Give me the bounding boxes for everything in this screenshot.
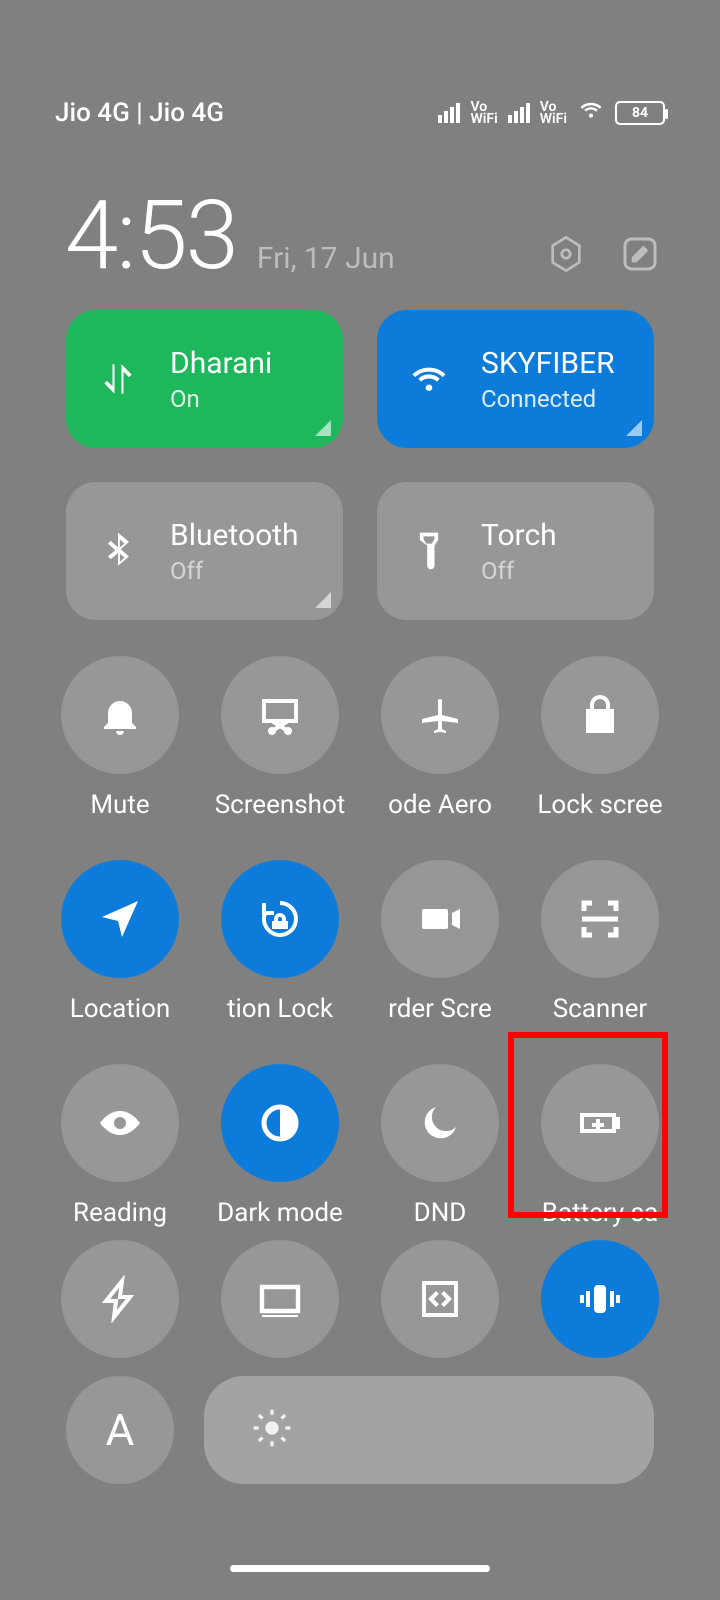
toggle-video[interactable]: rder Scre [360, 860, 520, 1024]
cast-icon[interactable] [221, 1240, 339, 1358]
expand-corner[interactable] [626, 420, 642, 436]
brightness-icon [252, 1408, 292, 1452]
large-tiles: Dharani On SKYFIBER Connected Bluetooth … [66, 310, 654, 620]
clock-date: Fri, 17 Jun [257, 241, 395, 276]
eye-icon[interactable] [61, 1064, 179, 1182]
toggle-label: Screenshot [215, 790, 346, 820]
toggle-label: ode Aero [388, 790, 492, 820]
scissors-icon[interactable] [221, 656, 339, 774]
battery-indicator: 84 [615, 101, 665, 125]
torch-icon [399, 529, 459, 573]
toggle-rotlock[interactable]: tion Lock [200, 860, 360, 1024]
vibrate-icon[interactable] [541, 1240, 659, 1358]
toggle-label: Scanner [553, 994, 648, 1024]
highlight-battery-saver [508, 1032, 668, 1218]
carrier-text: Jio 4G | Jio 4G [55, 98, 224, 128]
tile-subtitle: Connected [481, 385, 615, 413]
bluetooth-icon [88, 529, 148, 573]
signal-icon-1 [438, 103, 460, 123]
wifi-icon [577, 96, 605, 131]
expand-corner[interactable] [315, 420, 331, 436]
toggle-lock[interactable]: Lock scree [520, 656, 680, 820]
toggle-scissors[interactable]: Screenshot [200, 656, 360, 820]
toggle-label: Lock scree [537, 790, 662, 820]
settings-icon[interactable] [546, 234, 586, 274]
auto-brightness-button[interactable]: A [66, 1376, 174, 1484]
toggle-label: Dark mode [217, 1198, 343, 1228]
window-icon[interactable] [381, 1240, 499, 1358]
toggle-airplane[interactable]: ode Aero [360, 656, 520, 820]
tile-subtitle: Off [481, 557, 557, 585]
toggle-eye[interactable]: Reading [40, 1064, 200, 1228]
rotlock-icon[interactable] [221, 860, 339, 978]
scan-icon[interactable] [541, 860, 659, 978]
darkmode-icon[interactable] [221, 1064, 339, 1182]
toggle-cast[interactable] [200, 1240, 360, 1358]
toggle-darkmode[interactable]: Dark mode [200, 1064, 360, 1228]
wifi-icon [399, 357, 459, 401]
mobile-data-tile[interactable]: Dharani On [66, 310, 343, 448]
toggle-label: Reading [73, 1198, 167, 1228]
tile-title: Torch [481, 518, 557, 553]
tile-subtitle: Off [170, 557, 299, 585]
vowifi-icon-1: VoWiFi [470, 101, 497, 125]
torch-tile[interactable]: Torch Off [377, 482, 654, 620]
brightness-row: A [66, 1376, 654, 1484]
nav-icon[interactable] [61, 860, 179, 978]
bluetooth-tile[interactable]: Bluetooth Off [66, 482, 343, 620]
tile-subtitle: On [170, 385, 272, 413]
vowifi-icon-2: VoWiFi [540, 101, 567, 125]
bell-icon[interactable] [61, 656, 179, 774]
round-toggles-row4 [40, 1240, 680, 1358]
expand-corner[interactable] [315, 592, 331, 608]
toggle-vibrate[interactable] [520, 1240, 680, 1358]
wifi-tile[interactable]: SKYFIBER Connected [377, 310, 654, 448]
toggle-scan[interactable]: Scanner [520, 860, 680, 1024]
brightness-slider[interactable] [204, 1376, 654, 1484]
panel-header: 4:53 Fri, 17 Jun [65, 180, 660, 292]
edit-icon[interactable] [620, 234, 660, 274]
video-icon[interactable] [381, 860, 499, 978]
data-icon [88, 357, 148, 401]
toggle-label: Location [70, 994, 171, 1024]
toggle-label: Mute [90, 790, 149, 820]
toggle-bolt[interactable] [40, 1240, 200, 1358]
toggle-bell[interactable]: Mute [40, 656, 200, 820]
bolt-icon[interactable] [61, 1240, 179, 1358]
tile-title: Dharani [170, 346, 272, 381]
airplane-icon[interactable] [381, 656, 499, 774]
lock-icon[interactable] [541, 656, 659, 774]
clock-time: 4:53 [65, 180, 237, 292]
tile-title: Bluetooth [170, 518, 299, 553]
toggle-label: rder Scre [388, 994, 492, 1024]
tile-title: SKYFIBER [481, 346, 615, 381]
toggle-moon[interactable]: DND [360, 1064, 520, 1228]
toggle-label: DND [414, 1198, 467, 1228]
toggle-nav[interactable]: Location [40, 860, 200, 1024]
status-bar: Jio 4G | Jio 4G VoWiFi VoWiFi 84 [55, 98, 665, 128]
toggle-label: tion Lock [227, 994, 333, 1024]
home-indicator[interactable] [230, 1565, 490, 1572]
signal-icon-2 [508, 103, 530, 123]
status-icons: VoWiFi VoWiFi 84 [438, 96, 665, 131]
toggle-window[interactable] [360, 1240, 520, 1358]
moon-icon[interactable] [381, 1064, 499, 1182]
